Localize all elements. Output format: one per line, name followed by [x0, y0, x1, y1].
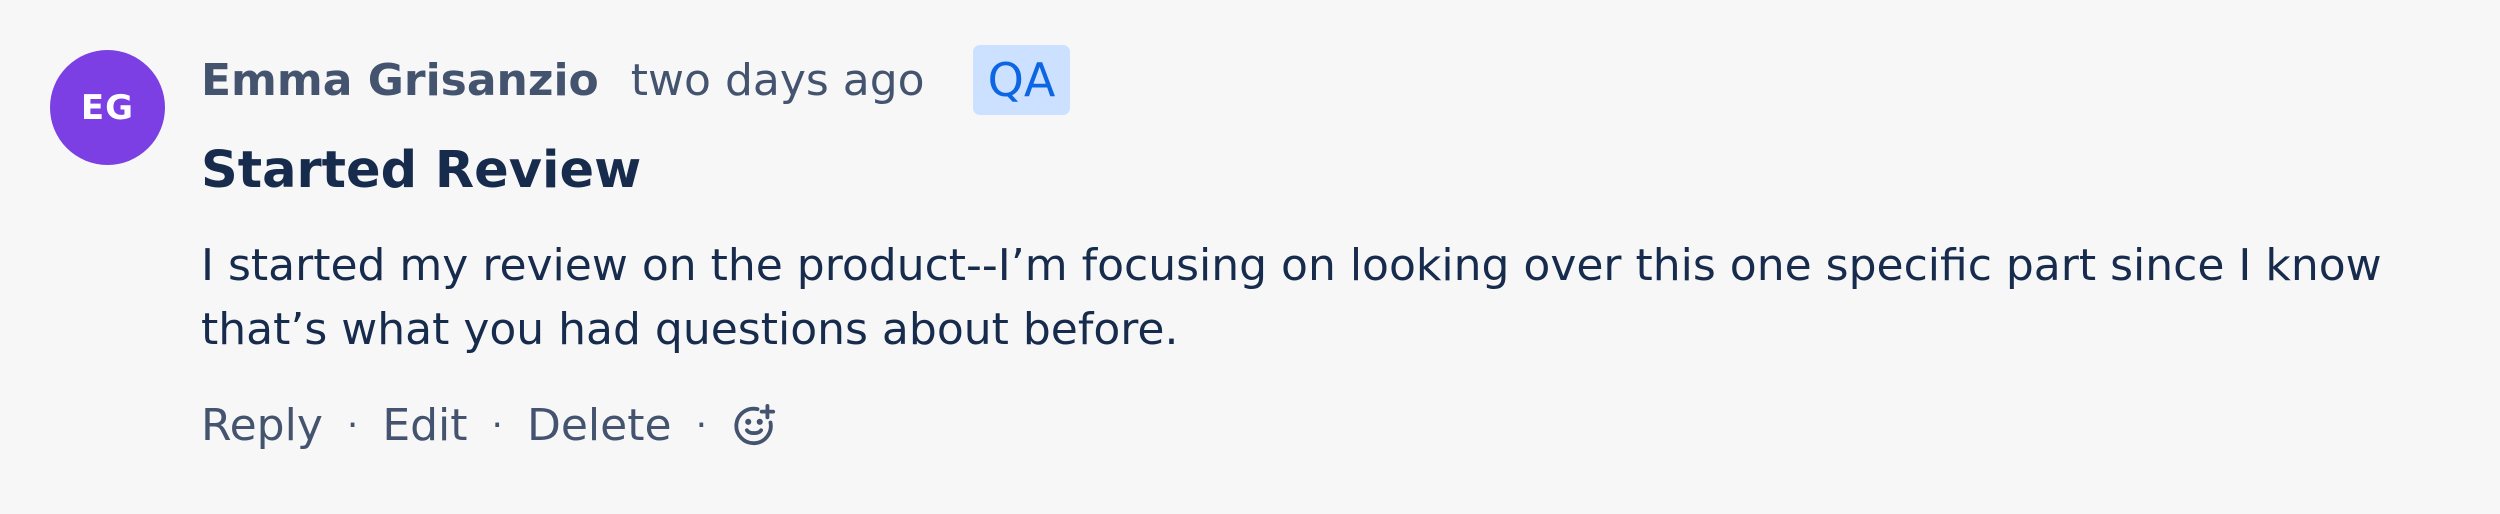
reply-button[interactable]: Reply [201, 400, 323, 451]
role-badge: QA [972, 45, 1071, 115]
action-separator: · [491, 405, 503, 446]
comment: EG Emma Grisanzio two days ago QA Starte… [0, 0, 2500, 514]
action-separator: · [346, 405, 359, 446]
edit-button[interactable]: Edit [382, 400, 467, 451]
add-reaction-icon[interactable] [731, 403, 777, 449]
comment-content: Emma Grisanzio two days ago QA Started R… [201, 40, 2460, 451]
comment-actions: Reply · Edit · Delete · [201, 400, 2460, 451]
avatar[interactable]: EG [50, 50, 165, 165]
comment-meta: Emma Grisanzio two days ago QA [201, 40, 2460, 120]
comment-title: Started Review [201, 141, 642, 200]
author-name[interactable]: Emma Grisanzio [201, 55, 599, 106]
avatar-initials: EG [80, 87, 135, 128]
delete-button[interactable]: Delete [527, 400, 672, 451]
comment-timestamp: two days ago [630, 54, 925, 106]
comment-body: I started my review on the product--I’m … [201, 240, 2382, 355]
action-separator: · [695, 405, 708, 446]
